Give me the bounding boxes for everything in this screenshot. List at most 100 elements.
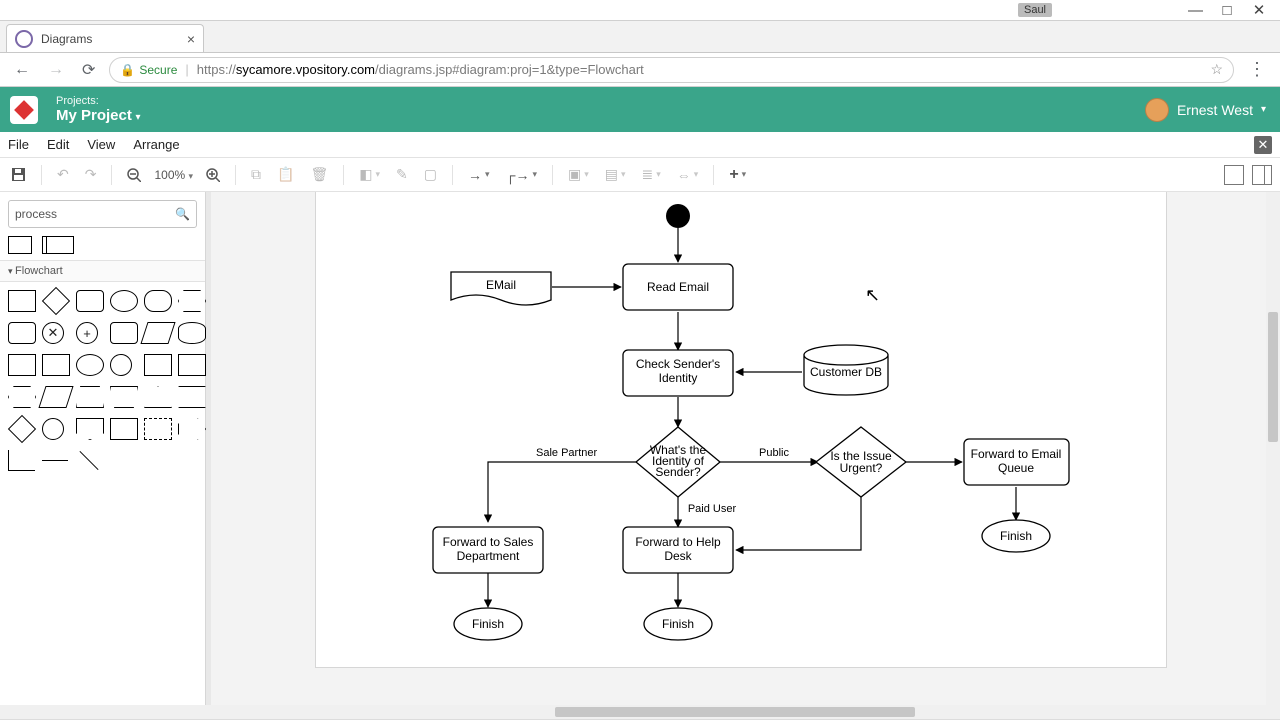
node-start[interactable] — [666, 204, 690, 228]
nav-reload-icon[interactable]: ⟳ — [78, 60, 99, 80]
node-decision-urgent[interactable]: Is the Issue Urgent? — [816, 427, 906, 497]
vertical-scrollbar[interactable] — [1266, 192, 1280, 705]
shape-circle2[interactable] — [42, 418, 64, 440]
shape-trap2[interactable] — [110, 386, 138, 408]
shape-sum[interactable]: ✕ — [42, 322, 64, 344]
zoom-level[interactable]: 100% ▾ — [154, 168, 193, 182]
shape-offpage[interactable] — [76, 418, 104, 440]
label-public: Public — [759, 447, 789, 459]
browser-menu-icon[interactable]: ⋮ — [1244, 59, 1270, 80]
shape-loop[interactable] — [178, 354, 206, 376]
shape-tri[interactable] — [144, 386, 172, 408]
shape-display[interactable] — [8, 386, 36, 408]
shape-hourglass[interactable] — [178, 386, 206, 408]
fill-color-icon[interactable]: ◧ ▾ — [356, 164, 383, 185]
shadow-icon[interactable]: ▢ — [421, 164, 440, 185]
zoom-out-icon[interactable] — [124, 166, 144, 184]
to-front-icon[interactable]: ▣ ▾ — [565, 164, 592, 185]
address-bar[interactable]: 🔒 Secure | https://sycamore.vpository.co… — [109, 57, 1234, 83]
svg-text:Sender?: Sender? — [655, 465, 701, 479]
shape-card[interactable] — [110, 322, 138, 344]
window-minimize-button[interactable]: — — [1188, 2, 1202, 19]
svg-text:Finish: Finish — [1000, 529, 1032, 543]
shape-subprocess[interactable] — [8, 354, 36, 376]
shape-line2[interactable] — [79, 451, 98, 470]
menu-file[interactable]: File — [8, 137, 29, 152]
node-finish3[interactable]: Finish — [982, 520, 1050, 552]
app-logo[interactable] — [10, 96, 38, 124]
node-forward-sales[interactable]: Forward to Sales Department — [433, 527, 543, 573]
shape-terminator[interactable] — [110, 290, 138, 312]
nav-back-icon[interactable]: ← — [10, 61, 34, 79]
shape-data[interactable] — [140, 322, 175, 344]
node-check-identity[interactable]: Check Sender's Identity — [623, 350, 733, 396]
format-panel-toggle[interactable] — [1224, 165, 1244, 185]
shape-alt1[interactable] — [8, 322, 36, 344]
node-forward-email[interactable]: Forward to Email Queue — [964, 439, 1069, 485]
node-decision-identity[interactable]: What's the Identity of Sender? — [636, 427, 720, 497]
shape-line[interactable] — [42, 460, 68, 461]
shape-search-input[interactable]: process 🔍 — [8, 200, 197, 228]
save-icon[interactable] — [8, 165, 29, 184]
node-email[interactable]: EMail — [451, 272, 551, 305]
shape-or[interactable]: + — [76, 322, 98, 344]
shape-connector[interactable] — [110, 354, 132, 376]
svg-text:EMail: EMail — [486, 278, 516, 292]
delete-icon: 🗑 — [307, 164, 331, 185]
insert-icon[interactable]: + ▾ — [726, 164, 749, 186]
project-picker[interactable]: My Project ▾ — [56, 107, 141, 124]
browser-tab[interactable]: Diagrams × — [6, 24, 204, 52]
search-icon[interactable]: 🔍 — [175, 207, 190, 221]
node-finish2[interactable]: Finish — [644, 608, 712, 640]
undo-icon[interactable]: ↶ — [54, 164, 72, 185]
node-customer-db[interactable]: Customer DB — [804, 345, 888, 395]
node-finish1[interactable]: Finish — [454, 608, 522, 640]
result-process-shape[interactable] — [8, 236, 32, 254]
browser-tab-strip: Diagrams × — [0, 21, 1280, 53]
bookmark-star-icon[interactable]: ☆ — [1210, 61, 1223, 78]
menu-arrange[interactable]: Arrange — [133, 137, 179, 152]
shape-cylinder[interactable] — [178, 322, 206, 344]
connector-style-icon[interactable]: → ▾ — [465, 165, 493, 185]
shape-diamond2[interactable] — [8, 415, 36, 443]
node-read-email[interactable]: Read Email — [623, 264, 733, 310]
window-close-button[interactable]: ✕ — [1252, 1, 1266, 19]
shape-rounded[interactable] — [76, 290, 104, 312]
shape-arrow[interactable] — [178, 418, 206, 440]
shape-process[interactable] — [8, 290, 36, 312]
shape-elbow-line[interactable] — [8, 450, 35, 471]
menu-view[interactable]: View — [87, 137, 115, 152]
shape-strip[interactable] — [144, 418, 172, 440]
redo-icon[interactable]: ↷ — [82, 164, 100, 185]
shape-pill[interactable] — [144, 290, 172, 312]
line-color-icon[interactable]: ✎ — [393, 164, 411, 185]
shape-rect2[interactable] — [110, 418, 138, 440]
outline-panel-toggle[interactable] — [1252, 165, 1272, 185]
node-forward-help[interactable]: Forward to Help Desk — [623, 527, 733, 573]
edge-urgent-helpdesk[interactable] — [736, 497, 861, 550]
canvas[interactable]: Sale Partner Paid User Public EMail Read… — [206, 192, 1280, 705]
waypoint-style-icon[interactable]: ┌→ ▾ — [503, 165, 540, 185]
align-icon[interactable]: ≣ ▾ — [639, 164, 664, 185]
shape-paper[interactable] — [144, 354, 172, 376]
shape-internal[interactable] — [42, 354, 70, 376]
menu-edit[interactable]: Edit — [47, 137, 69, 152]
result-process-wide-shape[interactable] — [42, 236, 74, 254]
palette-section-flowchart[interactable]: Flowchart — [0, 260, 205, 282]
to-back-icon[interactable]: ▤ ▾ — [602, 164, 629, 185]
shape-manual[interactable] — [38, 386, 73, 408]
distribute-icon[interactable]: ⇔ ▾ — [674, 165, 702, 185]
shape-trap1[interactable] — [76, 386, 104, 408]
edge-decision-sales[interactable] — [488, 462, 638, 522]
panel-close-icon[interactable]: ✕ — [1254, 136, 1272, 154]
tab-close-icon[interactable]: × — [187, 31, 195, 47]
mouse-cursor-icon: ↖ — [865, 285, 880, 306]
horizontal-scrollbar[interactable] — [0, 705, 1280, 719]
shape-hexagon[interactable] — [178, 290, 206, 312]
svg-text:Finish: Finish — [662, 617, 694, 631]
window-maximize-button[interactable]: □ — [1220, 2, 1234, 19]
shape-decision[interactable] — [42, 287, 70, 315]
zoom-in-icon[interactable] — [203, 166, 223, 184]
shape-ellipse2[interactable] — [76, 354, 104, 376]
user-menu[interactable]: Ernest West ▾ — [1145, 98, 1266, 122]
